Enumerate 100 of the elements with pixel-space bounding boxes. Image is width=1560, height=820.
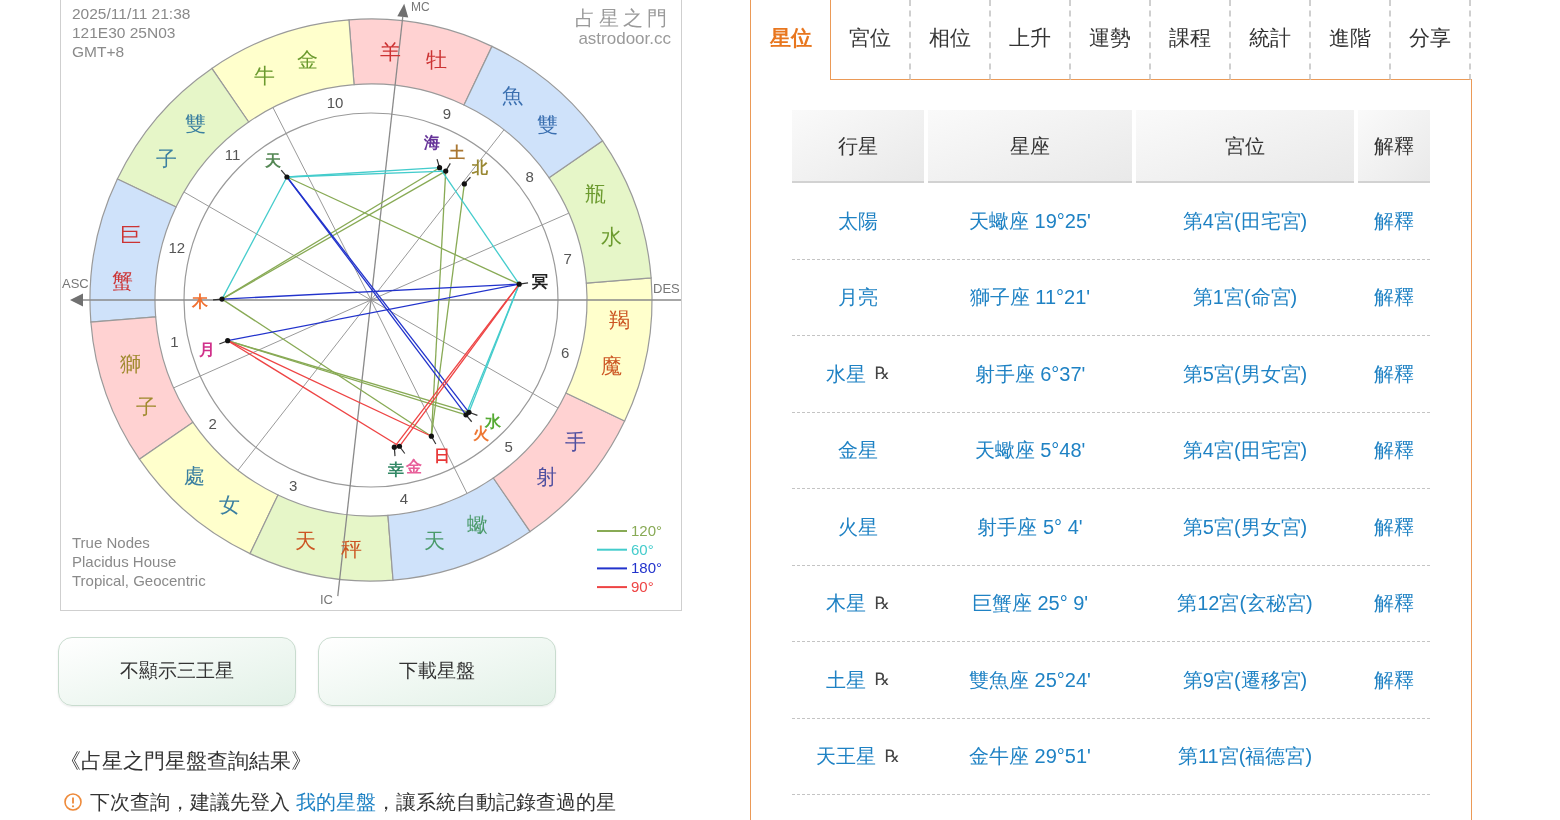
- legend-label: 60°: [631, 540, 654, 558]
- retrograde-mark: ℞: [874, 362, 890, 385]
- tab[interactable]: 相位: [911, 0, 991, 80]
- house-link[interactable]: 第5宮(男女宮): [1182, 358, 1308, 389]
- tab[interactable]: 課程: [1151, 0, 1231, 80]
- sign-position-link[interactable]: 射手座 5° 4': [977, 511, 1083, 542]
- notice-text: 下次查詢，建議先登入 我的星盤，讓系統自動記錄查過的星: [90, 790, 616, 815]
- house-number: 1: [170, 333, 179, 351]
- legend-label: 120°: [631, 522, 663, 539]
- axis-label: DES: [653, 281, 680, 296]
- axis-label: IC: [320, 592, 333, 607]
- house-number: 12: [168, 239, 186, 257]
- chart-info-text: 2025/11/11 21:38: [72, 5, 191, 22]
- axis-label: MC: [411, 0, 430, 14]
- sign-position-link[interactable]: 獅子座 11°21': [969, 282, 1091, 313]
- explanation-link[interactable]: 解釋: [1374, 511, 1414, 542]
- house-number: 7: [563, 250, 572, 268]
- sign-position-link[interactable]: 巨蟹座 25° 9': [971, 588, 1089, 619]
- sign-label: 獅子: [119, 352, 157, 419]
- house-number: 3: [289, 476, 298, 494]
- sign-position-link[interactable]: 天蠍座 5°48': [974, 435, 1086, 466]
- planet-dot-icon: [218, 338, 231, 345]
- planet-link[interactable]: 太陽: [838, 205, 878, 236]
- house-link[interactable]: 第9宮(遷移宮): [1182, 664, 1308, 695]
- explanation-link[interactable]: 解釋: [1374, 205, 1414, 236]
- planet-label: 天: [265, 151, 281, 169]
- chart-settings-text: Tropical, Geocentric: [72, 572, 206, 589]
- legend-label: 90°: [631, 578, 654, 596]
- planet-label: 北: [472, 158, 488, 176]
- sign-label: 天蠍: [424, 513, 489, 553]
- sign-position-link[interactable]: 天蠍座 19°25': [969, 205, 1091, 236]
- planet-dot-icon: [280, 169, 290, 180]
- toggle-planets-button[interactable]: 不顯示三王星: [58, 637, 296, 706]
- house-link[interactable]: 第11宮(福德宮): [1177, 741, 1313, 772]
- house-number: 4: [399, 489, 409, 507]
- explanation-link[interactable]: 解釋: [1374, 588, 1414, 619]
- explanation-link[interactable]: 解釋: [1374, 358, 1414, 389]
- tab[interactable]: 宮位: [831, 0, 911, 80]
- result-heading: 《占星之門星盤查詢結果》: [60, 748, 313, 774]
- house-number: 8: [525, 168, 534, 186]
- house-link[interactable]: 第12宮(玄秘宮): [1177, 588, 1313, 619]
- sign-label: 巨蟹: [112, 223, 142, 292]
- retrograde-mark: ℞: [874, 591, 890, 615]
- planet-label: 土: [449, 143, 465, 161]
- house-number: 11: [224, 145, 241, 163]
- tab[interactable]: 星位: [751, 0, 831, 80]
- tab[interactable]: 上升: [991, 0, 1071, 80]
- brand-name: 占星之門: [575, 7, 671, 29]
- sign-label: 雙子: [155, 111, 207, 171]
- planet-dot-icon: [516, 281, 529, 287]
- house-link[interactable]: 第1宮(命宮): [1192, 282, 1298, 313]
- tab[interactable]: 進階: [1311, 0, 1391, 80]
- my-chart-link[interactable]: 我的星盤: [296, 791, 376, 813]
- house-link[interactable]: 第5宮(男女宮): [1182, 511, 1308, 542]
- planet-label: 金: [406, 457, 422, 475]
- house-link[interactable]: 第4宮(田宅宮): [1182, 435, 1308, 466]
- explanation-link[interactable]: 解釋: [1374, 664, 1414, 695]
- house-link[interactable]: 第4宮(田宅宮): [1182, 205, 1308, 236]
- sign-label: 射手: [535, 429, 587, 489]
- planet-link[interactable]: 天王星: [816, 741, 877, 772]
- planet-dot-icon: [428, 433, 437, 445]
- column-header: 星座: [928, 110, 1132, 183]
- tab[interactable]: 分享: [1391, 0, 1471, 80]
- house-number: 2: [208, 415, 217, 433]
- planet-label: 月: [199, 340, 215, 358]
- sign-label: 雙魚: [501, 83, 559, 137]
- planet-dot-icon: [461, 176, 472, 187]
- tab[interactable]: 統計: [1231, 0, 1311, 80]
- sign-label: 處女: [183, 463, 241, 517]
- planet-link[interactable]: 月亮: [838, 282, 878, 313]
- planet-label: 幸: [388, 460, 404, 478]
- sign-position-link[interactable]: 射手座 6°37': [974, 358, 1086, 389]
- planet-link[interactable]: 水星: [826, 358, 867, 389]
- column-header: 宮位: [1136, 110, 1354, 183]
- sign-label: 天秤: [295, 528, 362, 560]
- planet-label: 冥: [532, 272, 548, 290]
- axis-label: ASC: [62, 276, 89, 291]
- planet-link[interactable]: 火星: [838, 511, 878, 542]
- planet-link[interactable]: 金星: [838, 435, 878, 466]
- column-header: 解釋: [1358, 110, 1430, 183]
- planet-label: 木: [192, 292, 208, 310]
- house-number: 6: [561, 343, 570, 361]
- tab[interactable]: 運勢: [1071, 0, 1151, 80]
- download-chart-button[interactable]: 下載星盤: [318, 637, 556, 706]
- sign-label: 金牛: [253, 47, 318, 87]
- legend-label: 180°: [631, 559, 663, 577]
- chart-info-text: GMT+8: [72, 43, 125, 60]
- explanation-link[interactable]: 解釋: [1374, 435, 1414, 466]
- chart-settings-text: True Nodes: [72, 534, 150, 551]
- planet-link[interactable]: 木星: [826, 588, 867, 619]
- planet-link[interactable]: 土星: [826, 664, 867, 695]
- info-icon: [64, 793, 82, 811]
- sign-position-link[interactable]: 金牛座 29°51': [969, 741, 1091, 772]
- explanation-link[interactable]: 解釋: [1374, 282, 1414, 313]
- sign-position-link[interactable]: 雙魚座 25°24': [969, 664, 1091, 695]
- planet-label: 海: [424, 133, 440, 151]
- planet-dot-icon: [212, 296, 225, 302]
- chart-settings-text: Placidus House: [72, 553, 177, 570]
- chart-info-text: 121E30 25N03: [72, 24, 176, 41]
- planet-label: 日: [434, 446, 450, 464]
